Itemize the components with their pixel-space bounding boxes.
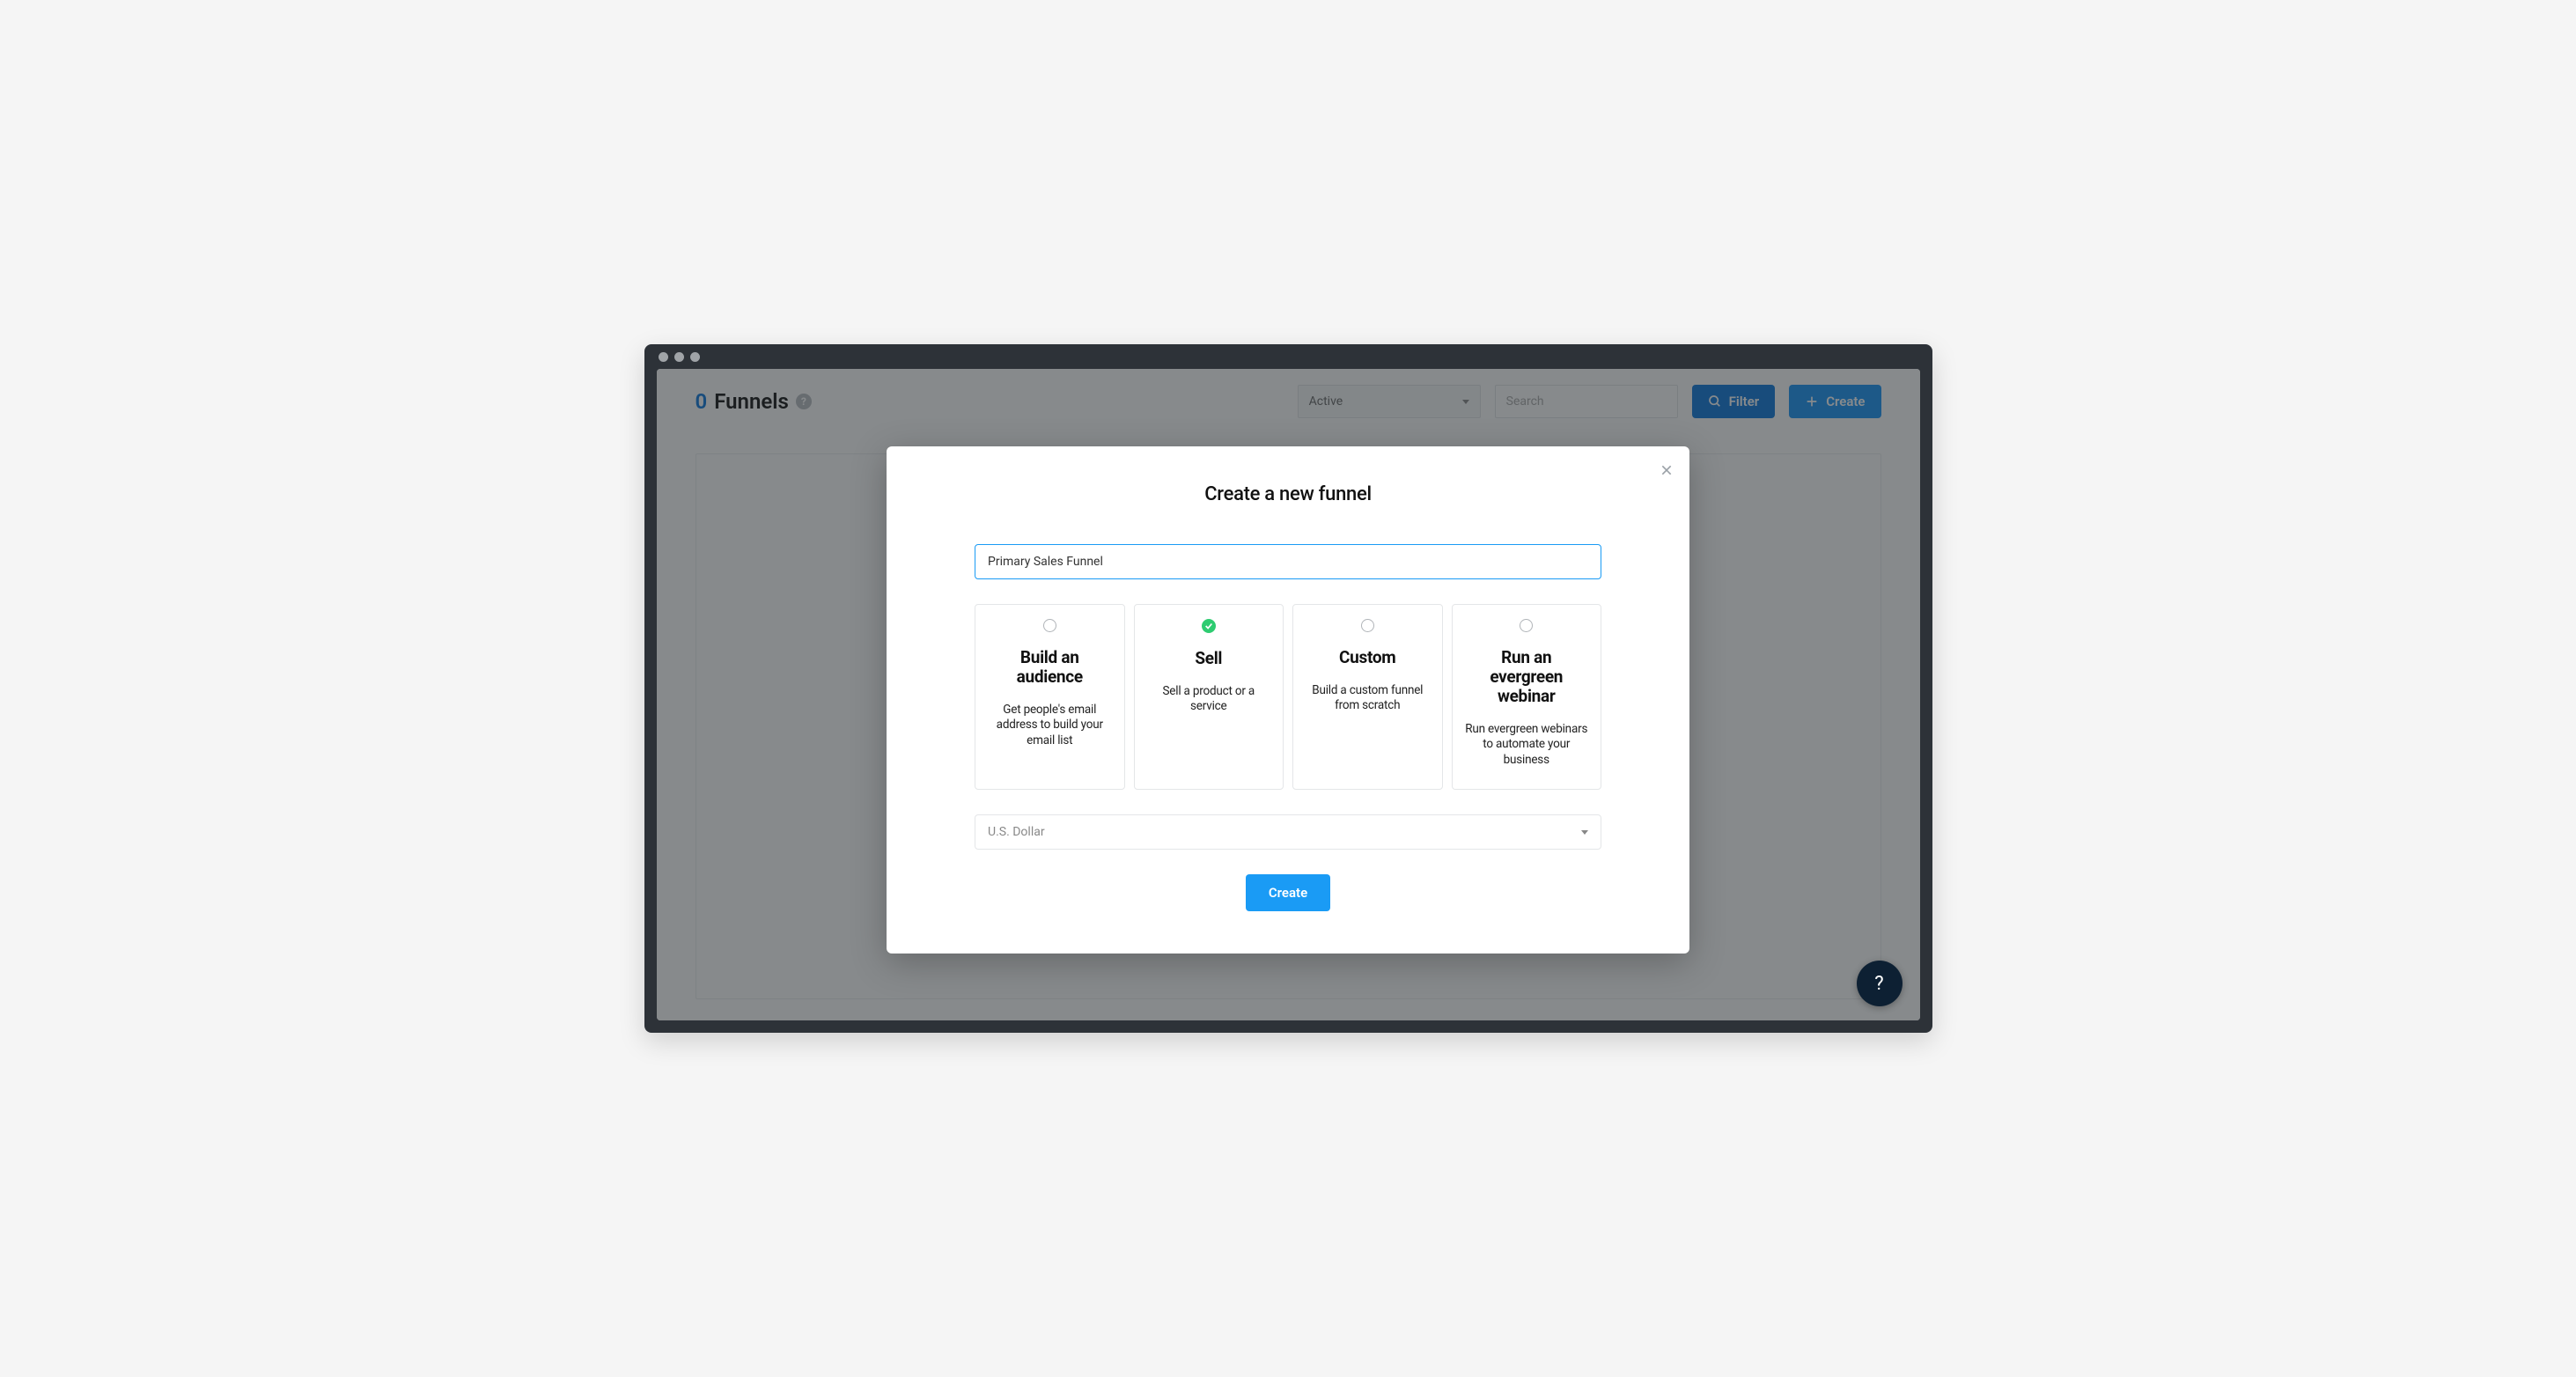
title-bar: [644, 344, 1932, 369]
currency-value: U.S. Dollar: [988, 825, 1045, 839]
funnel-type-options: Build an audience Get people's email add…: [975, 604, 1601, 790]
option-title: Build an audience: [988, 648, 1112, 687]
option-custom[interactable]: Custom Build a custom funnel from scratc…: [1292, 604, 1443, 790]
currency-select[interactable]: U.S. Dollar: [975, 814, 1601, 850]
create-funnel-modal: Create a new funnel Build an audience Ge…: [887, 446, 1689, 954]
caret-down-icon: [1581, 830, 1588, 835]
option-desc: Run evergreen webinars to automate your …: [1465, 722, 1589, 769]
close-modal-button[interactable]: [1660, 460, 1674, 482]
check-icon: [1204, 622, 1213, 630]
option-desc: Build a custom funnel from scratch: [1306, 683, 1430, 714]
modal-body: Build an audience Get people's email add…: [887, 505, 1689, 911]
funnel-name-input[interactable]: [975, 544, 1601, 579]
option-title: Sell: [1147, 649, 1271, 668]
modal-title: Create a new funnel: [887, 483, 1689, 505]
option-sell[interactable]: Sell Sell a product or a service: [1134, 604, 1284, 790]
option-title: Run an evergreen webinar: [1465, 648, 1589, 706]
minimize-window-icon[interactable]: [674, 352, 684, 362]
maximize-window-icon[interactable]: [690, 352, 700, 362]
radio-icon: [1361, 619, 1374, 632]
submit-create-button[interactable]: Create: [1246, 874, 1330, 911]
browser-window: 0 Funnels ? Active Filter: [644, 344, 1932, 1033]
question-icon: ?: [1874, 973, 1883, 995]
radio-icon: [1520, 619, 1533, 632]
close-window-icon[interactable]: [659, 352, 668, 362]
option-build-audience[interactable]: Build an audience Get people's email add…: [975, 604, 1125, 790]
close-icon: [1660, 463, 1674, 477]
option-desc: Get people's email address to build your…: [988, 703, 1112, 749]
option-webinar[interactable]: Run an evergreen webinar Run evergreen w…: [1452, 604, 1602, 790]
help-fab-button[interactable]: ?: [1857, 961, 1903, 1006]
radio-icon: [1043, 619, 1056, 632]
option-title: Custom: [1306, 648, 1430, 667]
option-desc: Sell a product or a service: [1147, 684, 1271, 715]
radio-checked-icon: [1202, 619, 1216, 633]
